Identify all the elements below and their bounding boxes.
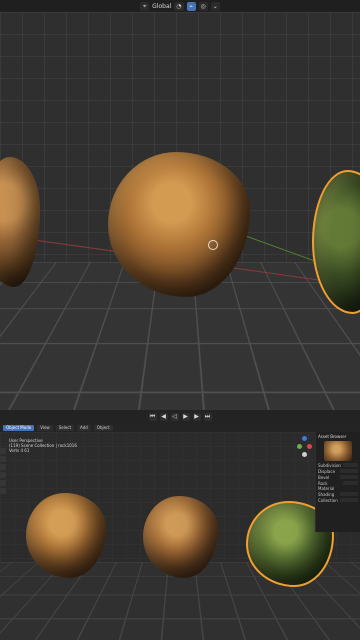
row-value-3[interactable] [342, 481, 358, 485]
stats-info: Verts 4 61 [9, 448, 30, 453]
3d-cursor-icon [208, 240, 218, 250]
overlay-icon[interactable]: ⌄ [210, 1, 220, 11]
pivot-icon[interactable]: ◔ [174, 1, 184, 11]
row-value-1[interactable] [340, 469, 358, 473]
z-axis-icon[interactable] [302, 436, 307, 441]
transform-tool-icon[interactable] [0, 488, 6, 494]
top-toolbar: ⌖ Global ◔ ⌁ ◎ ⌄ [0, 0, 360, 12]
object-menu[interactable]: Object [93, 425, 113, 431]
row-value-4[interactable] [340, 492, 358, 496]
x-axis-icon[interactable] [307, 444, 312, 449]
panel-row-5[interactable]: Collection [318, 498, 358, 503]
jump-end-button[interactable]: ⏭ [203, 413, 212, 421]
move-tool-icon[interactable] [0, 464, 6, 470]
panel-row-3[interactable]: Rock Material [318, 481, 358, 491]
object-mode-dropdown[interactable]: Object Mode [3, 425, 35, 431]
play-button[interactable]: ▶ [181, 413, 190, 421]
lower-editor-header: Object Mode View Select Add Object [0, 424, 360, 432]
jump-start-button[interactable]: ⏮ [148, 413, 157, 421]
gizmo-center-icon [302, 452, 307, 457]
view-menu[interactable]: View [37, 425, 53, 431]
cursor-tool-icon[interactable] [0, 456, 6, 462]
panel-row-2[interactable]: Bevel [318, 475, 358, 480]
y-axis-icon[interactable] [297, 444, 302, 449]
scale-tool-icon[interactable] [0, 480, 6, 486]
transform-orientation[interactable]: Global [152, 3, 171, 10]
panel-title: Asset Browser [318, 434, 347, 439]
select-menu[interactable]: Select [55, 425, 75, 431]
viewport-info: User Perspective (119) Scene Collection … [9, 438, 79, 453]
main-3d-viewport[interactable] [0, 12, 360, 410]
panel-row-0[interactable]: Subdivision [318, 463, 358, 468]
select-tool-icon[interactable] [0, 448, 6, 454]
playback-controls: ⏮ ◀ ◁ ▶ ▶ ⏭ [0, 410, 360, 424]
play-reverse-button[interactable]: ◁ [170, 413, 179, 421]
asset-thumbnail[interactable] [324, 441, 352, 461]
navigation-gizmo[interactable] [296, 434, 314, 478]
proportional-edit-icon[interactable]: ◎ [198, 1, 208, 11]
panel-row-4[interactable]: Shading [318, 492, 358, 497]
snap-icon[interactable]: ⌁ [186, 1, 196, 11]
row-value-5[interactable] [340, 498, 358, 502]
panel-row-1[interactable]: Displace [318, 469, 358, 474]
row-value-2[interactable] [340, 475, 358, 479]
properties-side-panel: Asset Browser Subdivision Displace Bevel… [315, 432, 360, 532]
add-menu[interactable]: Add [77, 425, 91, 431]
previous-keyframe-button[interactable]: ◀ [159, 413, 168, 421]
rotate-tool-icon[interactable] [0, 472, 6, 478]
tool-shelf [0, 448, 6, 618]
next-keyframe-button[interactable]: ▶ [192, 413, 201, 421]
transform-icon[interactable]: ⌖ [140, 1, 150, 11]
row-value-0[interactable] [342, 463, 358, 467]
